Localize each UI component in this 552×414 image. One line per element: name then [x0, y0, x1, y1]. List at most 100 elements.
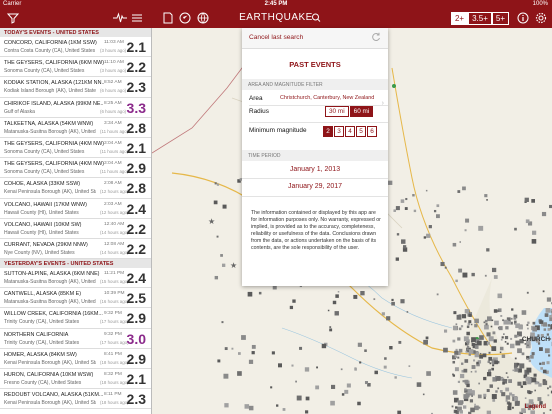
- quake-marker[interactable]: [237, 371, 242, 376]
- quake-marker[interactable]: [488, 336, 494, 342]
- quake-marker[interactable]: [489, 368, 491, 371]
- quake-marker[interactable]: [547, 387, 549, 390]
- quake-marker[interactable]: [388, 180, 393, 185]
- quake-marker[interactable]: [521, 310, 527, 315]
- quake-marker[interactable]: [395, 257, 399, 261]
- quake-marker[interactable]: [461, 362, 464, 365]
- quake-marker[interactable]: [541, 361, 545, 365]
- quake-marker[interactable]: [452, 325, 458, 331]
- event-row[interactable]: CANTWELL, ALASKA (85KM E) Matanuska-Susit…: [0, 288, 151, 309]
- quake-marker[interactable]: [251, 351, 255, 355]
- quake-marker[interactable]: [391, 301, 395, 306]
- quake-marker[interactable]: [329, 328, 333, 332]
- quake-marker[interactable]: [238, 352, 241, 355]
- quake-marker[interactable]: [533, 373, 537, 377]
- quake-marker[interactable]: [457, 356, 460, 359]
- quake-marker[interactable]: [383, 365, 387, 369]
- quake-marker[interactable]: [455, 406, 458, 409]
- quake-marker[interactable]: [503, 333, 505, 335]
- quake-marker[interactable]: [471, 365, 476, 369]
- quake-marker[interactable]: [271, 351, 275, 355]
- quake-marker[interactable]: [516, 335, 519, 338]
- quake-marker[interactable]: [543, 328, 547, 331]
- quake-marker[interactable]: [539, 347, 543, 351]
- quake-marker[interactable]: [522, 381, 527, 386]
- quake-marker[interactable]: [531, 239, 537, 244]
- quake-marker[interactable]: [247, 291, 253, 297]
- quake-marker[interactable]: [474, 405, 479, 411]
- quake-marker[interactable]: [458, 268, 463, 273]
- quake-marker[interactable]: [436, 293, 439, 296]
- quake-marker[interactable]: [499, 346, 504, 351]
- quake-marker[interactable]: [504, 341, 507, 343]
- quake-marker[interactable]: [463, 405, 467, 409]
- quake-marker[interactable]: [474, 403, 476, 406]
- quake-marker[interactable]: [457, 400, 463, 406]
- quake-marker[interactable]: [327, 309, 330, 312]
- quake-marker[interactable]: [270, 386, 273, 389]
- quake-marker[interactable]: [463, 336, 469, 342]
- radius-selector[interactable]: 30 mi 60 mi: [324, 106, 374, 117]
- quake-marker[interactable]: [514, 367, 519, 372]
- quake-marker[interactable]: [394, 376, 397, 379]
- quake-marker[interactable]: [436, 204, 440, 208]
- gear-icon[interactable]: [534, 12, 548, 25]
- quake-marker[interactable]: [541, 211, 547, 217]
- quake-marker[interactable]: [524, 197, 529, 202]
- quake-marker[interactable]: [539, 320, 544, 324]
- event-row[interactable]: VOLCANO, HAWAII (17KM WNW) Hawaii County …: [0, 199, 151, 219]
- quake-marker[interactable]: [426, 371, 431, 376]
- quake-marker[interactable]: [543, 322, 548, 327]
- quake-marker[interactable]: [473, 359, 476, 362]
- event-row[interactable]: CHIRIKOF ISLAND, ALASKA (99KM NE... Gulf …: [0, 98, 151, 118]
- event-row[interactable]: CURRANT, NEVADA (29KM NNW) Nye County (NV…: [0, 239, 151, 260]
- quake-marker[interactable]: [444, 266, 447, 269]
- quake-marker[interactable]: [455, 323, 458, 326]
- quake-marker[interactable]: [440, 261, 445, 267]
- quake-marker[interactable]: [452, 242, 457, 247]
- quake-marker[interactable]: [527, 327, 529, 330]
- quake-marker[interactable]: [538, 383, 542, 387]
- quake-marker[interactable]: [357, 342, 362, 347]
- quake-marker[interactable]: [547, 324, 551, 327]
- quake-marker[interactable]: [455, 279, 458, 283]
- quake-marker[interactable]: [492, 398, 496, 402]
- quake-marker[interactable]: [346, 383, 351, 388]
- quake-marker[interactable]: [386, 316, 391, 321]
- quake-marker[interactable]: [504, 335, 509, 340]
- area-value[interactable]: Christchurch, Canterbury, New Zealand: [280, 95, 374, 101]
- radius-option[interactable]: 60 mi: [349, 106, 374, 117]
- quake-marker[interactable]: [474, 318, 479, 324]
- quake-marker[interactable]: [466, 345, 470, 349]
- quake-marker[interactable]: [507, 406, 512, 411]
- event-row[interactable]: KODIAK STATION, ALASKA (121KM NN... Kodia…: [0, 77, 151, 98]
- quake-marker[interactable]: [395, 206, 400, 211]
- quake-marker[interactable]: [503, 319, 509, 325]
- quake-marker[interactable]: [344, 389, 349, 394]
- quake-marker[interactable]: [501, 354, 506, 358]
- quake-marker[interactable]: [531, 199, 536, 203]
- quake-marker[interactable]: [359, 361, 362, 364]
- quake-marker[interactable]: [489, 384, 493, 388]
- quake-marker[interactable]: [501, 336, 504, 339]
- magnitude-option[interactable]: 3.5+: [468, 12, 492, 25]
- quake-marker[interactable]: [464, 309, 470, 314]
- event-list[interactable]: TODAY'S EVENTS - UNITED STATES CONCORD, …: [0, 28, 152, 414]
- quake-marker[interactable]: [526, 324, 529, 326]
- quake-marker[interactable]: [251, 344, 256, 349]
- quake-marker[interactable]: [422, 393, 425, 396]
- quake-marker[interactable]: [454, 355, 458, 358]
- quake-marker[interactable]: [524, 343, 527, 345]
- quake-marker[interactable]: [462, 380, 465, 383]
- quake-marker[interactable]: [509, 392, 513, 396]
- quake-marker[interactable]: [458, 327, 462, 331]
- event-row[interactable]: WILLOW CREEK, CALIFORNIA (16KM... Trinity…: [0, 308, 151, 329]
- quake-marker[interactable]: [470, 323, 473, 326]
- quake-marker[interactable]: [465, 350, 468, 353]
- quake-marker[interactable]: [316, 366, 319, 369]
- quake-marker[interactable]: [488, 351, 491, 354]
- quake-marker[interactable]: [464, 320, 467, 323]
- quake-marker[interactable]: [454, 409, 458, 413]
- quake-marker[interactable]: [510, 337, 513, 340]
- quake-marker[interactable]: [484, 319, 488, 323]
